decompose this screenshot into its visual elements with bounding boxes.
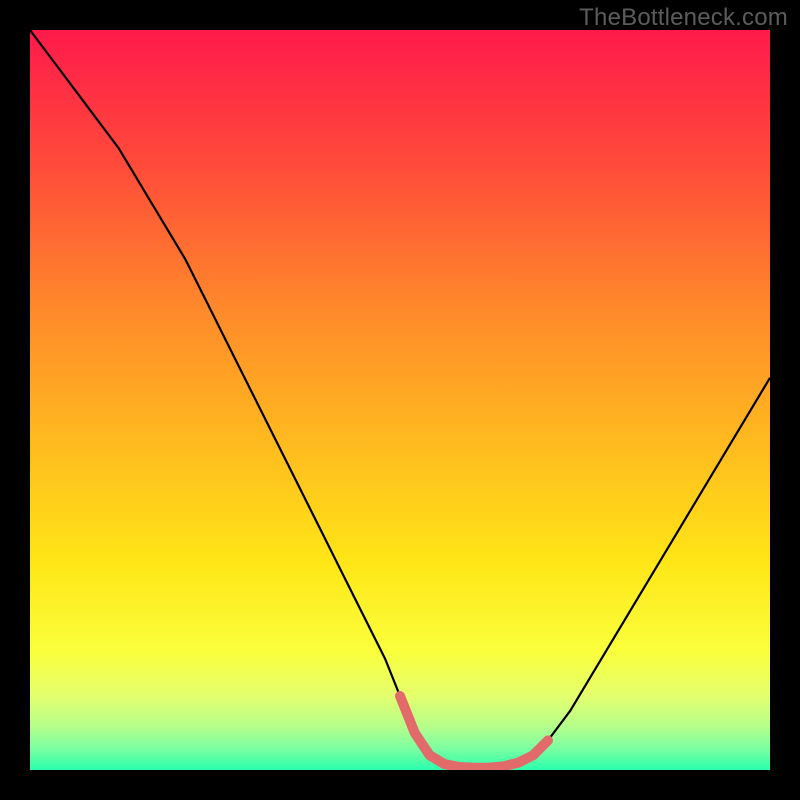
bottleneck-chart (30, 30, 770, 770)
gradient-background (30, 30, 770, 770)
watermark-text: TheBottleneck.com (579, 4, 788, 32)
chart-frame: TheBottleneck.com (0, 0, 800, 800)
